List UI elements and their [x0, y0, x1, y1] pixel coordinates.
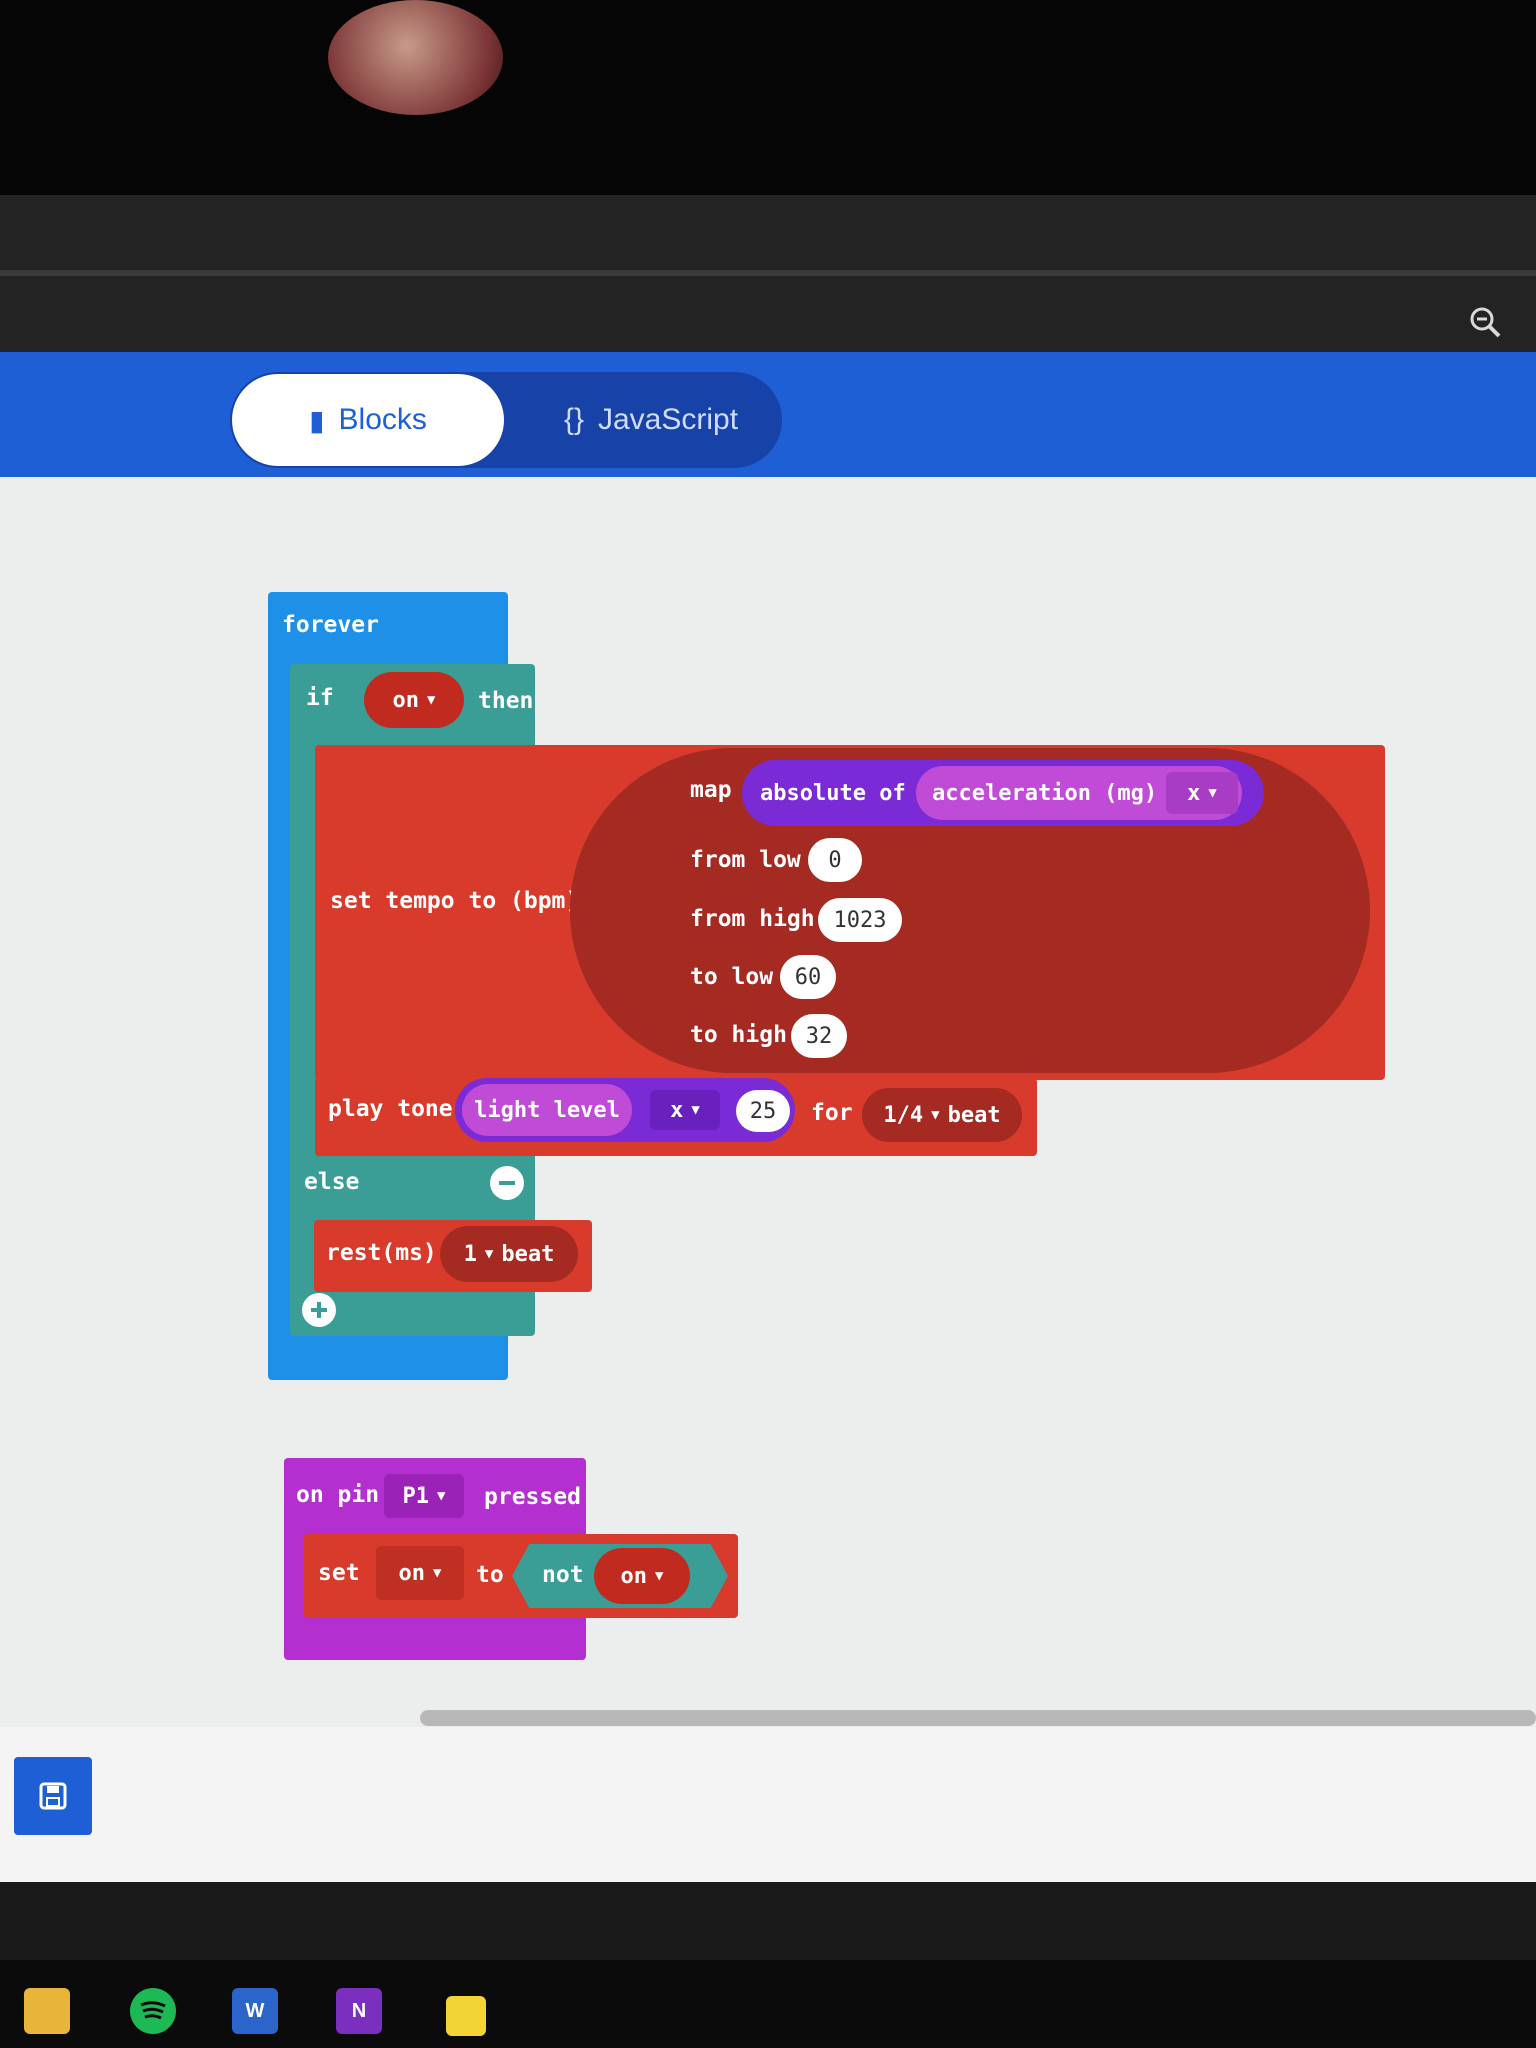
- chevron-down-icon: ▼: [1208, 785, 1217, 801]
- browser-divider: [0, 270, 1536, 276]
- from-low-input[interactable]: 0: [808, 838, 862, 882]
- to-high-input[interactable]: 32: [791, 1014, 847, 1058]
- to-high-label: to high: [690, 1022, 787, 1048]
- tone-axis-dropdown[interactable]: x ▼: [650, 1090, 720, 1130]
- not-label: not: [542, 1562, 584, 1588]
- puzzle-icon: ▮: [309, 404, 325, 436]
- to-low-label: to low: [690, 964, 774, 990]
- sticky-notes-icon[interactable]: [446, 1996, 486, 2036]
- else-label: else: [304, 1169, 360, 1195]
- to-low-input[interactable]: 60: [780, 955, 836, 999]
- folder-icon[interactable]: [24, 1988, 70, 2034]
- webcam-glare: [328, 0, 503, 115]
- set-label: set: [318, 1560, 360, 1586]
- add-branch-icon[interactable]: [302, 1293, 336, 1327]
- tab-javascript[interactable]: {} JavaScript: [520, 374, 782, 466]
- pin-dropdown[interactable]: P1 ▼: [384, 1474, 464, 1518]
- set-tempo-label: set tempo to (bpm): [330, 888, 580, 914]
- save-icon: [39, 1782, 67, 1810]
- chevron-down-icon: ▼: [931, 1107, 940, 1123]
- tab-blocks-label: Blocks: [338, 403, 427, 436]
- tab-javascript-label: JavaScript: [597, 403, 739, 436]
- tone-value-input[interactable]: 25: [736, 1090, 790, 1132]
- chevron-down-icon: ▼: [691, 1102, 700, 1118]
- map-label: map: [690, 777, 732, 803]
- remove-else-icon[interactable]: [490, 1166, 524, 1200]
- not-variable-dropdown[interactable]: on ▼: [594, 1548, 690, 1604]
- onenote-icon[interactable]: N: [336, 1988, 382, 2034]
- tab-blocks[interactable]: ▮ Blocks: [232, 374, 504, 466]
- from-high-label: from high: [690, 906, 815, 932]
- from-low-label: from low: [690, 847, 801, 873]
- then-label: then: [478, 688, 534, 714]
- from-high-input[interactable]: 1023: [818, 898, 902, 942]
- duration-dropdown[interactable]: 1/4 ▼ beat: [862, 1088, 1022, 1142]
- rest-duration-dropdown[interactable]: 1 ▼ beat: [440, 1226, 578, 1282]
- braces-icon: {}: [563, 403, 584, 436]
- screen-bezel: [0, 0, 1536, 195]
- zoom-icon[interactable]: [1468, 305, 1502, 339]
- light-level-reporter[interactable]: light level: [462, 1084, 632, 1136]
- for-label: for: [811, 1100, 853, 1126]
- word-icon[interactable]: W: [232, 1988, 278, 2034]
- workspace-scrollbar[interactable]: [420, 1710, 1536, 1726]
- condition-dropdown[interactable]: on ▼: [364, 672, 464, 728]
- variable-dropdown[interactable]: on ▼: [376, 1546, 464, 1600]
- rest-label: rest(ms): [326, 1240, 437, 1266]
- editor-toolbar: [0, 1727, 1536, 1882]
- chevron-down-icon: ▼: [437, 1488, 446, 1504]
- save-button[interactable]: [14, 1757, 92, 1835]
- play-tone-label: play tone: [328, 1096, 453, 1122]
- spotify-icon[interactable]: [130, 1988, 176, 2034]
- chevron-down-icon: ▼: [433, 1565, 442, 1581]
- chevron-down-icon: ▼: [655, 1568, 664, 1584]
- chevron-down-icon: ▼: [484, 1246, 494, 1262]
- to-label: to: [476, 1562, 504, 1588]
- on-pin-label: on pin: [296, 1482, 380, 1508]
- if-label: if: [306, 685, 334, 711]
- pressed-label: pressed: [484, 1484, 581, 1510]
- taskbar: [0, 1960, 1536, 2048]
- accel-axis-dropdown[interactable]: x ▼: [1166, 772, 1238, 814]
- forever-label: forever: [282, 612, 379, 638]
- chevron-down-icon: ▼: [427, 692, 436, 708]
